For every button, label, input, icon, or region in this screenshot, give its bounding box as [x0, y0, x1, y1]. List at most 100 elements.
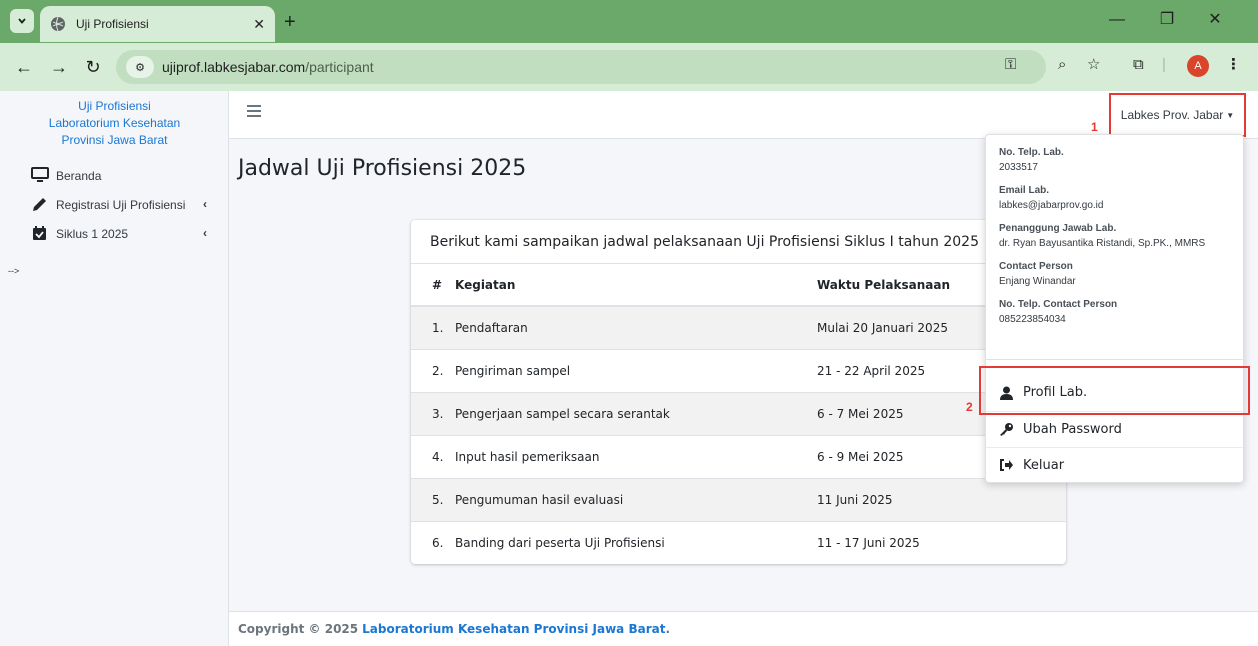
site-settings-icon[interactable]: ⚙	[126, 56, 154, 78]
table-row: 6. Banding dari peserta Uji Profisiensi …	[411, 520, 1066, 564]
sidebar-item-label: Siklus 1 2025	[56, 226, 129, 241]
info-block: Contact Person Enjang Winandar	[999, 260, 1243, 289]
info-block: Penanggung Jawab Lab. dr. Ryan Bayusanti…	[999, 222, 1243, 251]
browser-tab-bar: Uji Profisiensi ✕ + — ❐ ✕	[0, 0, 1258, 49]
close-window-button[interactable]: ✕	[1200, 8, 1230, 32]
tab-title: Uji Profisiensi	[76, 17, 149, 31]
info-label: No. Telp. Lab.	[999, 147, 1064, 158]
schedule-table: # Kegiatan Waktu Pelaksanaan 1. Pendafta…	[411, 264, 1066, 564]
browser-tab[interactable]: Uji Profisiensi ✕	[40, 6, 275, 42]
dropdown-item-label: Keluar	[1023, 457, 1065, 473]
brand-line-1: Uji Profisiensi	[78, 99, 151, 113]
sidebar-item-beranda[interactable]: Beranda	[0, 161, 228, 190]
schedule-card: Berikut kami sampaikan jadwal pelaksanaa…	[411, 220, 1066, 564]
sidebar-item-siklus[interactable]: Siklus 1 2025 ‹	[0, 219, 228, 248]
info-label: No. Telp. Contact Person	[999, 299, 1118, 310]
cell-number: 3.	[411, 391, 445, 435]
extensions-icon[interactable]: ⧉	[1133, 55, 1144, 75]
sign-out-icon	[1000, 459, 1013, 471]
monitor-icon	[31, 167, 49, 182]
hamburger-menu-icon[interactable]	[247, 105, 261, 117]
url-host: ujiprof.labkesjabar.com	[162, 59, 306, 75]
footer-suffix: .	[665, 622, 671, 636]
table-header-row: # Kegiatan Waktu Pelaksanaan	[411, 264, 1066, 307]
table-row: 1. Pendaftaran Mulai 20 Januari 2025	[411, 305, 1066, 349]
info-value: 085223854034	[999, 314, 1066, 325]
footer-link[interactable]: Laboratorium Kesehatan Provinsi Jawa Bar…	[362, 622, 665, 636]
cell-number: 1.	[411, 305, 445, 349]
cell-kegiatan: Banding dari peserta Uji Profisiensi	[445, 520, 807, 564]
browser-menu-icon[interactable]: ⋮	[1226, 55, 1241, 75]
restore-button[interactable]: ❐	[1152, 8, 1182, 32]
annotation-number-1: 1	[1091, 120, 1098, 134]
cell-number: 5.	[411, 477, 445, 521]
sidebar-item-label: Beranda	[56, 168, 102, 183]
cell-waktu: 11 - 17 Juni 2025	[807, 520, 1066, 564]
footer-copyright: Copyright © 2025	[238, 622, 359, 636]
sidebar-item-label: Registrasi Uji Profisiensi	[56, 197, 186, 212]
keluar-item[interactable]: Keluar	[986, 447, 1243, 482]
dropdown-item-label: Ubah Password	[1023, 421, 1122, 437]
chevron-left-icon: ‹	[203, 226, 207, 240]
cell-kegiatan: Pendaftaran	[445, 305, 807, 349]
cell-kegiatan: Pengerjaan sampel secara serantak	[445, 391, 807, 435]
forward-button[interactable]: →	[47, 55, 71, 79]
caret-down-icon: ▼	[1226, 110, 1235, 120]
cell-kegiatan: Pengiriman sampel	[445, 348, 807, 392]
info-value: 2033517	[999, 162, 1038, 173]
top-navbar: Labkes Prov. Jabar ▼	[229, 91, 1258, 139]
toolbar-divider: |	[1162, 56, 1166, 73]
info-value: labkes@jabarprov.go.id	[999, 200, 1104, 211]
url-path: /participant	[305, 59, 374, 75]
url-omnibox[interactable]: ⚙ ujiprof.labkesjabar.com/participant	[116, 50, 1046, 84]
lab-info: No. Telp. Lab. 2033517 Email Lab. labkes…	[986, 135, 1243, 327]
info-value: Enjang Winandar	[999, 276, 1076, 287]
reload-button[interactable]: ↻	[81, 55, 105, 79]
info-block: Email Lab. labkes@jabarprov.go.id	[999, 184, 1243, 213]
info-value: dr. Ryan Bayusantika Ristandi, Sp.PK., M…	[999, 238, 1206, 249]
profile-avatar[interactable]: A	[1187, 55, 1209, 77]
sidebar-item-registrasi[interactable]: Registrasi Uji Profisiensi ‹	[0, 190, 228, 219]
cell-kegiatan: Input hasil pemeriksaan	[445, 434, 807, 478]
page-title: Jadwal Uji Profisiensi 2025	[238, 156, 527, 181]
key-icon	[1000, 423, 1013, 436]
card-header: Berikut kami sampaikan jadwal pelaksanaa…	[411, 220, 1066, 264]
cell-kegiatan: Pengumuman hasil evaluasi	[445, 477, 807, 521]
stray-comment-text: -->	[8, 266, 20, 276]
annotation-number-2: 2	[966, 400, 973, 414]
sidebar-brand[interactable]: Uji Profisiensi Laboratorium Kesehatan P…	[0, 91, 229, 149]
ubah-password-item[interactable]: Ubah Password	[986, 411, 1243, 446]
zoom-icon[interactable]: ⌕	[1058, 55, 1066, 75]
globe-icon	[51, 16, 65, 32]
calendar-check-icon	[33, 226, 46, 240]
chevron-left-icon: ‹	[203, 197, 207, 211]
new-tab-button[interactable]: +	[284, 10, 296, 34]
password-key-icon[interactable]: ⚿	[1005, 55, 1016, 75]
cell-number: 6.	[411, 520, 445, 564]
table-row: 4. Input hasil pemeriksaan 6 - 9 Mei 202…	[411, 434, 1066, 478]
minimize-button[interactable]: —	[1102, 8, 1132, 32]
column-header-number: #	[411, 264, 445, 307]
dropdown-divider	[986, 359, 1243, 360]
address-bar-row: ← → ↻ ⚙ ujiprof.labkesjabar.com/particip…	[0, 43, 1258, 91]
cell-number: 4.	[411, 434, 445, 478]
cell-number: 2.	[411, 348, 445, 392]
back-button[interactable]: ←	[12, 55, 36, 79]
tab-search-button[interactable]	[10, 9, 34, 33]
info-block: No. Telp. Lab. 2033517	[999, 146, 1243, 175]
table-row: 2. Pengiriman sampel 21 - 22 April 2025	[411, 348, 1066, 392]
user-menu-dropdown-toggle[interactable]: Labkes Prov. Jabar ▼	[1109, 93, 1246, 137]
brand-line-3: Provinsi Jawa Barat	[61, 133, 168, 147]
user-dropdown-menu: No. Telp. Lab. 2033517 Email Lab. labkes…	[985, 134, 1244, 483]
tab-close-icon[interactable]: ✕	[253, 16, 265, 33]
table-row: 5. Pengumuman hasil evaluasi 11 Juni 202…	[411, 477, 1066, 521]
pencil-icon	[33, 198, 46, 211]
chevron-down-icon	[18, 18, 26, 24]
bookmark-star-icon[interactable]: ☆	[1087, 55, 1100, 75]
sidebar: Uji Profisiensi Laboratorium Kesehatan P…	[0, 91, 229, 646]
cell-waktu: 11 Juni 2025	[807, 477, 1066, 521]
column-header-kegiatan: Kegiatan	[445, 264, 807, 307]
highlight-box-profil	[979, 366, 1250, 415]
info-block: No. Telp. Contact Person 085223854034	[999, 298, 1243, 327]
brand-line-2: Laboratorium Kesehatan	[48, 116, 181, 130]
